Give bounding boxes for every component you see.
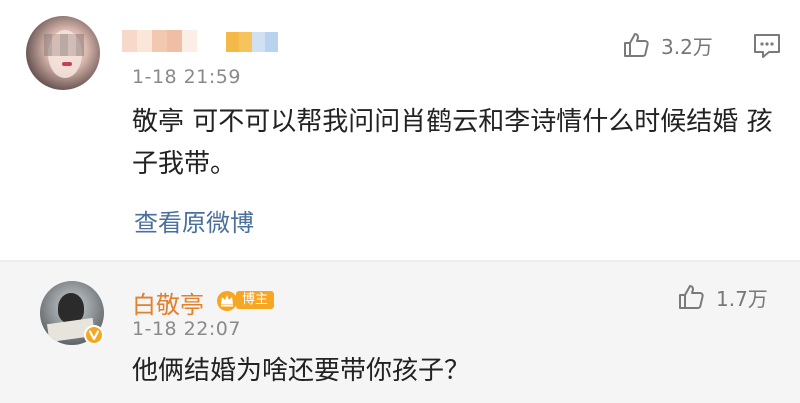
reply-text: 他俩结婚为啥还要带你孩子？: [132, 356, 471, 386]
comment-timestamp: 1-18 21:59: [132, 66, 241, 88]
blogger-badge: 博主: [216, 288, 275, 312]
like-button[interactable]: 1.7万: [676, 282, 768, 312]
reply-timestamp: 1-18 22:07: [132, 318, 241, 340]
like-count: 1.7万: [716, 286, 768, 311]
thumbs-up-icon: [679, 285, 704, 309]
comment-item: 1-18 21:59 敬亭 可不可以帮我问问肖鹤云和李诗情什么时候结婚 孩子我带…: [0, 0, 800, 260]
user-badge-redacted: [226, 32, 278, 52]
comment-text: 敬亭 可不可以帮我问问肖鹤云和李诗情什么时候结婚 孩子我带。: [132, 107, 773, 179]
blogger-badge-label: 博主: [236, 291, 275, 309]
verified-v-icon: [84, 325, 104, 345]
crown-icon: [217, 291, 237, 311]
like-count: 3.2万: [661, 34, 713, 59]
username-redacted[interactable]: [122, 30, 197, 52]
reply-author-name[interactable]: 白敬亭: [132, 285, 204, 320]
avatar[interactable]: [26, 16, 100, 90]
thumbs-up-icon: [624, 33, 649, 57]
like-button[interactable]: 3.2万: [621, 30, 713, 60]
comment-icon[interactable]: [752, 32, 782, 60]
view-original-post-link[interactable]: 查看原微博: [134, 203, 254, 238]
